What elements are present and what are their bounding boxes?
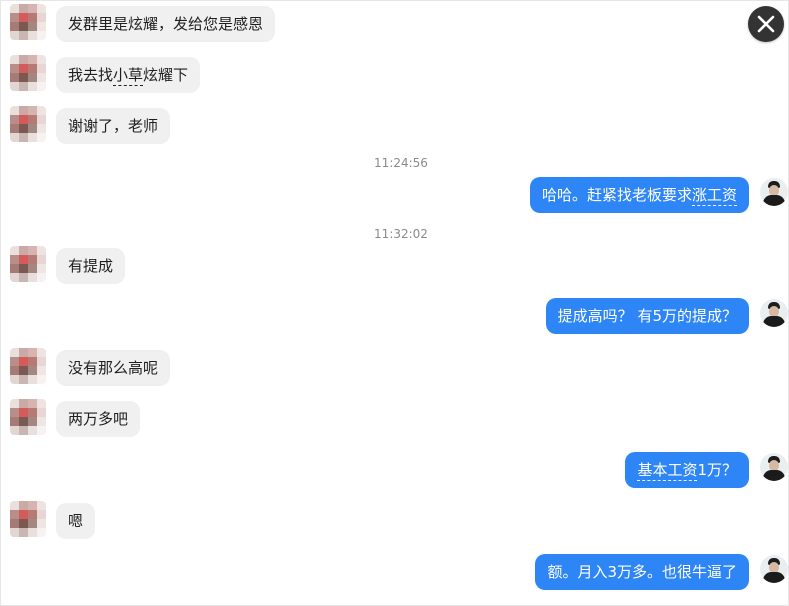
user-avatar — [760, 555, 788, 583]
message-text: 炫耀下 — [143, 66, 189, 84]
incoming-message[interactable]: 发群里是炫耀，发给您是感恩 — [56, 6, 276, 42]
incoming-message[interactable]: 嗯 — [56, 503, 96, 539]
message-text: 1万？ — [697, 461, 737, 479]
message-text: 发群里是炫耀，发给您是感恩 — [68, 15, 264, 33]
message-row: 哈哈。赶紧找老板要求涨工资 — [1, 175, 789, 215]
message-text: 额。月入3万多。也很牛逼了 — [547, 563, 737, 581]
message-text: 我去找 — [68, 66, 114, 84]
message-text: 提成高吗？ 有5万的提成？ — [557, 307, 737, 325]
contact-avatar — [10, 106, 46, 142]
user-avatar — [760, 453, 788, 481]
message-row: 额。月入3万多。也很牛逼了 — [1, 552, 789, 592]
contact-avatar — [10, 55, 46, 91]
chat-window: 发群里是炫耀，发给您是感恩 我去找小草炫耀下 谢谢了，老师 11:24:56 哈… — [0, 0, 789, 606]
message-text: 有提成 — [68, 257, 114, 275]
message-timestamp: 11:24:56 — [374, 156, 428, 170]
outgoing-message[interactable]: 额。月入3万多。也很牛逼了 — [535, 554, 749, 590]
message-timestamp: 11:32:02 — [374, 227, 428, 241]
outgoing-message[interactable]: 提成高吗？ 有5万的提成？ — [545, 298, 749, 334]
incoming-message[interactable]: 我去找小草炫耀下 — [56, 57, 201, 93]
incoming-message[interactable]: 没有那么高呢 — [56, 350, 171, 386]
contact-avatar — [10, 501, 46, 537]
message-row: 谢谢了，老师 — [1, 106, 789, 146]
user-avatar — [760, 299, 788, 327]
incoming-message[interactable]: 两万多吧 — [56, 401, 141, 437]
outgoing-message[interactable]: 哈哈。赶紧找老板要求涨工资 — [529, 177, 749, 213]
message-text: 两万多吧 — [68, 410, 129, 428]
message-row: 没有那么高呢 — [1, 348, 789, 388]
message-row: 发群里是炫耀，发给您是感恩 — [1, 4, 789, 44]
keyword-link[interactable]: 涨工资 — [691, 186, 737, 206]
contact-avatar — [10, 348, 46, 384]
message-row: 两万多吧 — [1, 399, 789, 439]
contact-avatar — [10, 4, 46, 40]
message-row: 我去找小草炫耀下 — [1, 55, 789, 95]
user-avatar — [760, 178, 788, 206]
keyword-link[interactable]: 小草 — [113, 66, 144, 86]
message-row: 提成高吗？ 有5万的提成？ — [1, 296, 789, 336]
message-text: 嗯 — [68, 512, 84, 530]
message-row: 嗯 — [1, 501, 789, 541]
message-row: 有提成 — [1, 246, 789, 286]
message-text: 谢谢了，老师 — [68, 117, 159, 135]
message-text: 哈哈。赶紧找老板要求 — [541, 186, 692, 204]
incoming-message[interactable]: 有提成 — [56, 248, 126, 284]
message-row: 基本工资1万？ — [1, 450, 789, 490]
keyword-link[interactable]: 基本工资 — [637, 461, 698, 481]
incoming-message[interactable]: 谢谢了，老师 — [56, 108, 171, 144]
message-text: 没有那么高呢 — [68, 359, 159, 377]
outgoing-message[interactable]: 基本工资1万？ — [625, 452, 749, 488]
contact-avatar — [10, 246, 46, 282]
contact-avatar — [10, 399, 46, 435]
